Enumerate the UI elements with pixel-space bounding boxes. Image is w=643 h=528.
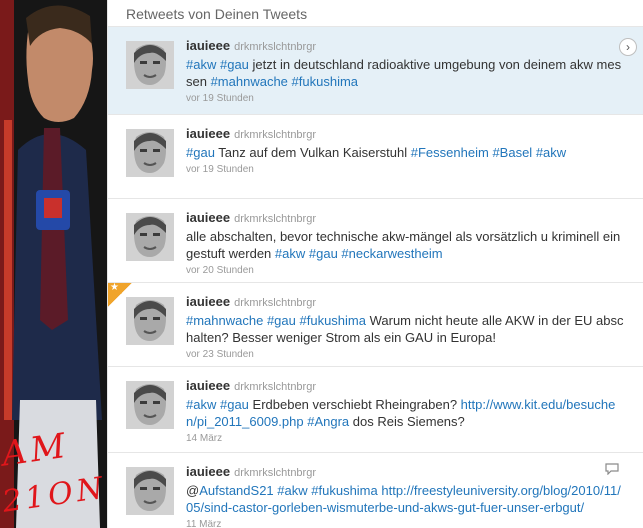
tweet-link[interactable]: #gau xyxy=(186,145,215,160)
tweet-link[interactable]: #akw xyxy=(277,483,307,498)
tweet-timestamp[interactable]: 14 März xyxy=(186,433,625,445)
tweet-link[interactable]: #mahnwache xyxy=(211,74,288,89)
tweet-author-name[interactable]: iauieee xyxy=(186,378,230,393)
tweet-text: alle abschalten, bevor technische akw-mä… xyxy=(186,228,625,262)
tweet-timestamp[interactable]: vor 20 Stunden xyxy=(186,265,625,277)
tweet-timestamp[interactable]: vor 23 Stunden xyxy=(186,349,625,361)
tweet-link[interactable]: #mahnwache xyxy=(186,313,263,328)
tweet-timestamp[interactable]: vor 19 Stunden xyxy=(186,93,625,105)
avatar[interactable] xyxy=(126,41,174,89)
retweets-timeline: Retweets von Deinen Tweets iauieee drkmrk… xyxy=(107,0,643,528)
tweet-link[interactable]: #fukushima xyxy=(300,313,366,328)
tweet-link[interactable]: #Fessenheim xyxy=(411,145,489,160)
tweet-text: #gau Tanz auf dem Vulkan Kaiserstuhl #Fe… xyxy=(186,144,625,161)
avatar[interactable] xyxy=(126,381,174,429)
tweet-header: iauieee drkmrkslchtnbrgr xyxy=(186,127,625,142)
tweet-text: #mahnwache #gau #fukushima Warum nicht h… xyxy=(186,312,625,346)
tweet-text: #akw #gau Erdbeben verschiebt Rheingrabe… xyxy=(186,396,625,430)
tweet-link[interactable]: #akw xyxy=(186,57,216,72)
profile-background-photo: AM 21ON7 xyxy=(0,0,107,528)
tweet-author-handle[interactable]: drkmrkslchtnbrgr xyxy=(234,381,316,393)
tweet-text: @AufstandS21 #akw #fukushima http://free… xyxy=(186,482,625,516)
tweet-text-segment: dos Reis Siemens? xyxy=(349,414,465,429)
tweet-header: iauieee drkmrkslchtnbrgr xyxy=(186,379,625,394)
tweet-author-handle[interactable]: drkmrkslchtnbrgr xyxy=(234,41,316,53)
tweet-author-handle[interactable]: drkmrkslchtnbrgr xyxy=(234,129,316,141)
tweet-author-name[interactable]: iauieee xyxy=(186,38,230,53)
tweet-link[interactable]: #akw xyxy=(186,397,216,412)
speech-bubble-icon[interactable] xyxy=(605,463,619,478)
tweet-text-segment: Erdbeben verschiebt Rheingraben? xyxy=(248,397,461,412)
timeline-title: Retweets von Deinen Tweets xyxy=(108,0,643,27)
tweet-link[interactable]: #gau xyxy=(220,57,249,72)
tweet-item[interactable]: iauieee drkmrkslchtnbrgr #akw #gau jetzt i… xyxy=(108,27,643,115)
tweet-link[interactable]: #gau xyxy=(267,313,296,328)
tweet-text: #akw #gau jetzt in deutschland radioakti… xyxy=(186,56,625,90)
tweet-header: iauieee drkmrkslchtnbrgr xyxy=(186,465,625,480)
tweet-author-handle[interactable]: drkmrkslchtnbrgr xyxy=(234,297,316,309)
tweet-timestamp[interactable]: 11 März xyxy=(186,519,625,528)
tweet-link[interactable]: #fukushima xyxy=(292,74,358,89)
tweet-item[interactable]: iauieee drkmrkslchtnbrgr #gau Tanz auf dem… xyxy=(108,115,643,199)
tweet-item[interactable]: iauieee drkmrkslchtnbrgr alle abschalten, … xyxy=(108,199,643,283)
tweet-header: iauieee drkmrkslchtnbrgr xyxy=(186,295,625,310)
tweet-link[interactable]: AufstandS21 xyxy=(199,483,273,498)
tweet-author-handle[interactable]: drkmrkslchtnbrgr xyxy=(234,467,316,479)
tweet-link[interactable]: #Basel xyxy=(492,145,532,160)
tweet-header: iauieee drkmrkslchtnbrgr xyxy=(186,39,625,54)
tweet-link[interactable]: #akw xyxy=(275,246,305,261)
tweet-link[interactable]: #gau xyxy=(220,397,249,412)
tweet-link[interactable]: #akw xyxy=(536,145,566,160)
avatar[interactable] xyxy=(126,297,174,345)
tweet-author-name[interactable]: iauieee xyxy=(186,210,230,225)
tweet-link[interactable]: #fukushima xyxy=(311,483,377,498)
tweet-item[interactable]: iauieee drkmrkslchtnbrgr #akw #gau Erdbebe… xyxy=(108,367,643,453)
chevron-right-icon[interactable]: › xyxy=(619,38,637,56)
tweet-author-name[interactable]: iauieee xyxy=(186,464,230,479)
avatar[interactable] xyxy=(126,213,174,261)
avatar[interactable] xyxy=(126,467,174,515)
tweet-author-name[interactable]: iauieee xyxy=(186,294,230,309)
tweet-link[interactable]: #Angra xyxy=(307,414,349,429)
avatar[interactable] xyxy=(126,129,174,177)
tweet-list: iauieee drkmrkslchtnbrgr #akw #gau jetzt i… xyxy=(108,27,643,528)
tweet-timestamp[interactable]: vor 19 Stunden xyxy=(186,164,625,176)
tweet-link[interactable]: #gau xyxy=(309,246,338,261)
tweet-link[interactable]: #neckarwestheim xyxy=(341,246,442,261)
tweet-item[interactable]: iauieee drkmrkslchtnbrgr @AufstandS21 #akw… xyxy=(108,453,643,528)
tweet-item[interactable]: iauieee drkmrkslchtnbrgr #mahnwache #gau #… xyxy=(108,282,643,367)
tweet-author-name[interactable]: iauieee xyxy=(186,126,230,141)
tweet-author-handle[interactable]: drkmrkslchtnbrgr xyxy=(234,213,316,225)
star-icon: ★ xyxy=(108,282,132,307)
tweet-text-segment: Tanz auf dem Vulkan Kaiserstuhl xyxy=(214,145,411,160)
tweet-header: iauieee drkmrkslchtnbrgr xyxy=(186,211,625,226)
tweet-text-segment: @ xyxy=(186,483,200,498)
